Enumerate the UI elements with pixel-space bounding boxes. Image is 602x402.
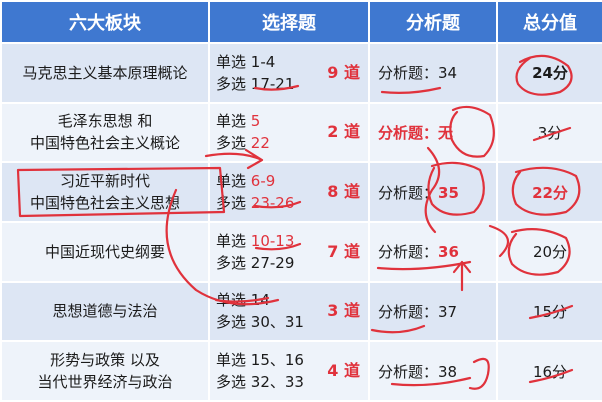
single-range: 10-13 <box>250 231 295 250</box>
table-row: 思想道德与法治 单选 14 多选 30、31 3 道 分析题：37 15分 <box>2 282 602 341</box>
choice-cell: 单选 5 多选 22 2 道 <box>210 103 368 162</box>
subject-cell: 马克思主义基本原理概论 <box>2 44 208 102</box>
analysis-value: 36 <box>438 243 459 262</box>
single-range: 14 <box>250 291 270 310</box>
subject-line: 毛泽东思想 和 <box>57 112 153 131</box>
total-score: 15分 <box>498 282 602 341</box>
analysis-cell: 分析题：36 <box>370 222 496 281</box>
table-row: 形势与政策 以及 当代世界经济与政治 单选 15、16 多选 32、33 4 道… <box>2 342 602 400</box>
subject-line: 形势与政策 以及 <box>50 351 160 370</box>
subject-line: 中国特色社会主义思想 <box>29 194 180 213</box>
table-row: 毛泽东思想 和 中国特色社会主义概论 单选 5 多选 22 2 道 分析题：无 … <box>2 103 602 162</box>
total-score: 22分 <box>498 163 602 221</box>
single-label: 单选 <box>216 172 247 191</box>
subject-line: 当代世界经济与政治 <box>37 373 173 392</box>
table-row: 习近平新时代 中国特色社会主义思想 单选 6-9 多选 23-26 8 道 分析… <box>2 163 602 221</box>
multi-range: 32、33 <box>250 373 304 392</box>
analysis-label: 分析题： <box>378 243 439 262</box>
total-score: 24分 <box>498 44 602 102</box>
multi-range: 27-29 <box>250 253 295 272</box>
single-range: 5 <box>250 112 261 131</box>
single-range: 15、16 <box>250 351 304 370</box>
question-count: 2 道 <box>327 122 360 142</box>
multi-range: 17-21 <box>250 74 295 93</box>
choice-cell: 单选 14 多选 30、31 3 道 <box>210 282 368 341</box>
multi-label: 多选 <box>216 74 247 93</box>
header-module: 六大板块 <box>2 2 208 42</box>
choice-cell: 单选 1-4 多选 17-21 9 道 <box>210 44 368 102</box>
total-score: 16分 <box>498 342 602 400</box>
analysis-value: 无 <box>438 123 454 142</box>
subject-cell: 习近平新时代 中国特色社会主义思想 <box>2 163 208 221</box>
question-count: 3 道 <box>327 301 360 321</box>
multi-label: 多选 <box>216 194 247 213</box>
analysis-label: 分析题： <box>378 64 439 83</box>
subject-line: 思想道德与法治 <box>52 302 158 321</box>
analysis-label: 分析题： <box>378 302 439 321</box>
question-count: 4 道 <box>327 361 360 381</box>
question-count: 8 道 <box>327 182 360 202</box>
question-count: 7 道 <box>327 241 360 261</box>
subject-line: 中国特色社会主义概论 <box>29 134 180 153</box>
choice-cell: 单选 6-9 多选 23-26 8 道 <box>210 163 368 221</box>
analysis-cell: 分析题：无 <box>370 103 496 162</box>
analysis-label: 分析题： <box>378 183 439 202</box>
header-choice: 选择题 <box>210 2 368 42</box>
subject-line: 中国近现代史纲要 <box>44 242 165 261</box>
multi-range: 30、31 <box>250 313 304 332</box>
multi-range: 22 <box>250 134 270 153</box>
analysis-cell: 分析题：37 <box>370 282 496 341</box>
analysis-cell: 分析题：34 <box>370 44 496 102</box>
subject-cell: 思想道德与法治 <box>2 282 208 341</box>
header-total: 总分值 <box>498 2 602 42</box>
analysis-cell: 分析题：38 <box>370 342 496 400</box>
single-label: 单选 <box>216 351 247 370</box>
multi-label: 多选 <box>216 313 247 332</box>
exam-distribution-table: 六大板块 选择题 分析题 总分值 马克思主义基本原理概论 单选 1-4 多选 1… <box>0 0 602 402</box>
subject-cell: 毛泽东思想 和 中国特色社会主义概论 <box>2 103 208 162</box>
single-range: 1-4 <box>250 52 276 71</box>
header-row: 六大板块 选择题 分析题 总分值 <box>2 2 602 42</box>
multi-label: 多选 <box>216 253 247 272</box>
multi-label: 多选 <box>216 134 247 153</box>
analysis-value: 34 <box>438 64 458 83</box>
analysis-value: 37 <box>438 302 458 321</box>
subject-line: 马克思主义基本原理概论 <box>22 63 188 82</box>
multi-range: 23-26 <box>250 194 295 213</box>
subject-cell: 中国近现代史纲要 <box>2 222 208 281</box>
table-row: 马克思主义基本原理概论 单选 1-4 多选 17-21 9 道 分析题：34 2… <box>2 44 602 102</box>
analysis-value: 35 <box>438 183 459 202</box>
single-label: 单选 <box>216 112 247 131</box>
single-label: 单选 <box>216 52 247 71</box>
question-count: 9 道 <box>327 62 360 82</box>
analysis-label: 分析题： <box>378 362 439 381</box>
total-score: 20分 <box>498 222 602 281</box>
header-analysis: 分析题 <box>370 2 496 42</box>
subject-cell: 形势与政策 以及 当代世界经济与政治 <box>2 342 208 400</box>
single-label: 单选 <box>216 291 247 310</box>
subject-line: 习近平新时代 <box>59 172 150 191</box>
analysis-label: 分析题： <box>378 123 439 142</box>
multi-label: 多选 <box>216 373 247 392</box>
single-label: 单选 <box>216 231 247 250</box>
table-row: 中国近现代史纲要 单选 10-13 多选 27-29 7 道 分析题：36 20… <box>2 222 602 281</box>
analysis-value: 38 <box>438 362 458 381</box>
total-score: 3分 <box>498 103 602 162</box>
analysis-cell: 分析题：35 <box>370 163 496 221</box>
single-range: 6-9 <box>250 172 276 191</box>
choice-cell: 单选 15、16 多选 32、33 4 道 <box>210 342 368 400</box>
choice-cell: 单选 10-13 多选 27-29 7 道 <box>210 222 368 281</box>
